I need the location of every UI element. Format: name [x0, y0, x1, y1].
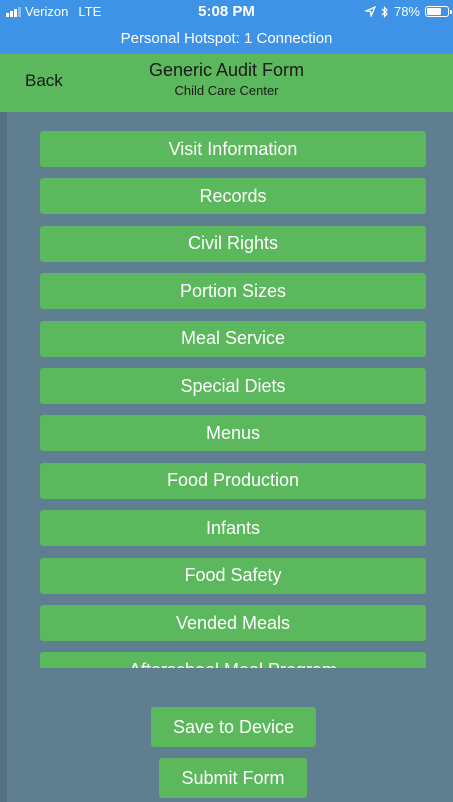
section-button-vended-meals[interactable]: Vended Meals: [40, 605, 426, 641]
submit-form-button[interactable]: Submit Form: [159, 758, 307, 798]
page-subtitle: Child Care Center: [174, 83, 279, 98]
battery-percent: 78%: [393, 4, 420, 19]
hotspot-banner[interactable]: Personal Hotspot: 1 Connection: [0, 30, 453, 47]
bluetooth-icon: [381, 5, 388, 18]
location-arrow-icon: [364, 6, 376, 17]
left-edge-strip: [0, 112, 7, 802]
section-button-civil-rights[interactable]: Civil Rights: [40, 225, 426, 262]
status-bar: Verizon LTE 5:08 PM 78% Personal Hotspot…: [0, 0, 453, 54]
section-button-food-safety[interactable]: Food Safety: [40, 557, 426, 594]
navigation-bar: Back Generic Audit Form Child Care Cente…: [0, 54, 453, 112]
section-button-records[interactable]: Records: [40, 178, 426, 215]
section-button-visit-information[interactable]: Visit Information: [40, 131, 426, 167]
save-to-device-button[interactable]: Save to Device: [151, 707, 316, 747]
section-button-infants[interactable]: Infants: [40, 510, 426, 547]
section-button-menus[interactable]: Menus: [40, 415, 426, 452]
section-button-food-production[interactable]: Food Production: [40, 462, 426, 499]
section-list[interactable]: Visit Information Records Civil Rights Port…: [40, 131, 426, 668]
section-button-portion-sizes[interactable]: Portion Sizes: [40, 273, 426, 310]
app-screen: Verizon LTE 5:08 PM 78% Personal Hotspot…: [0, 0, 453, 802]
section-button-meal-service[interactable]: Meal Service: [40, 320, 426, 357]
page-title: Generic Audit Form: [148, 60, 305, 80]
section-button-afterschool-meal-program[interactable]: Afterschool Meal Program: [40, 652, 426, 668]
section-button-special-diets[interactable]: Special Diets: [40, 368, 426, 404]
battery-icon: [425, 6, 452, 17]
status-right: 78%: [364, 4, 452, 19]
